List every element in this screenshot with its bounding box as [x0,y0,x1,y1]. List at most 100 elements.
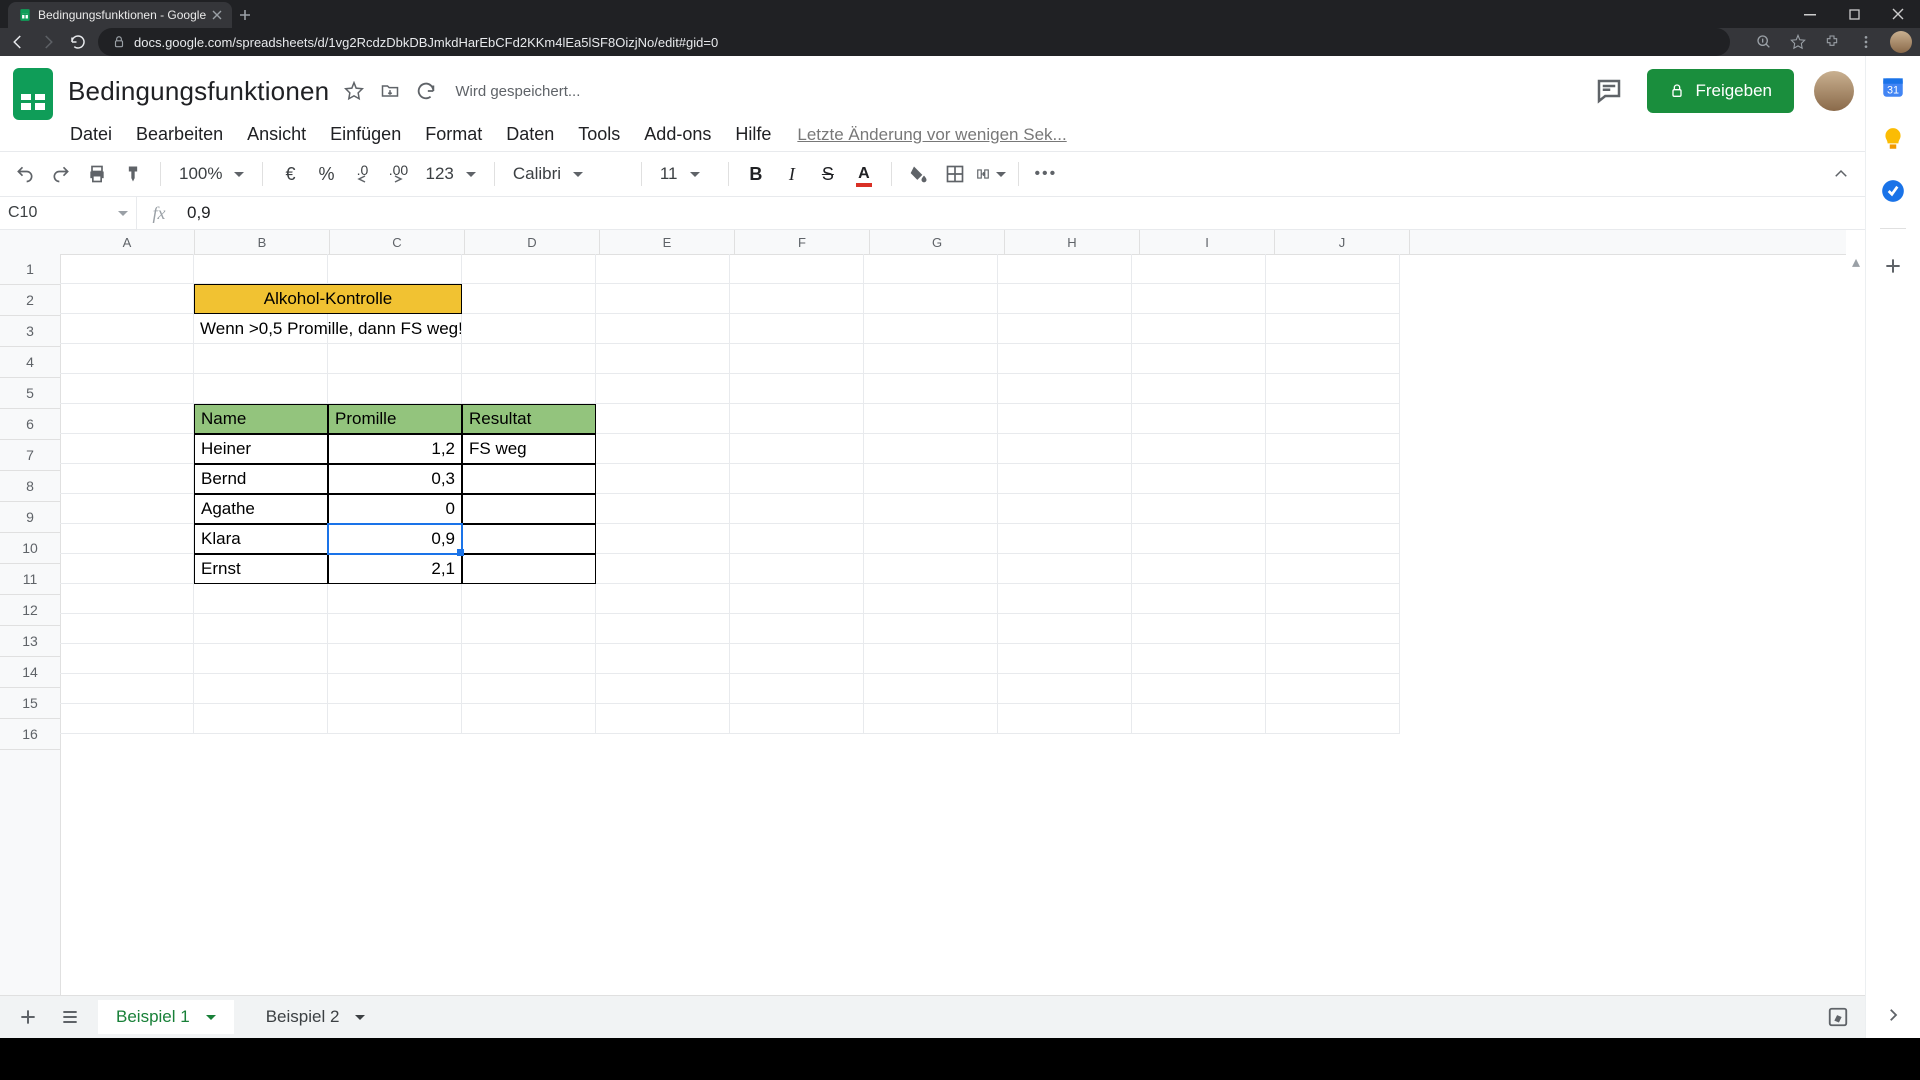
sheet-tab-menu-icon[interactable] [200,1012,216,1022]
row-header[interactable]: 8 [0,471,60,502]
cell-rule-text[interactable]: Wenn >0,5 Promille, dann FS weg! [194,314,328,344]
menu-file[interactable]: Datei [70,124,112,145]
nav-forward-button[interactable] [38,32,58,52]
scroll-up-icon[interactable]: ▴ [1848,254,1864,270]
add-sheet-button[interactable] [14,1003,42,1031]
cell-result[interactable] [462,524,596,554]
redo-button[interactable] [46,159,76,189]
col-header-B[interactable]: B [195,230,330,254]
sheet-tab[interactable]: Beispiel 2 [248,1000,384,1034]
formula-input[interactable]: 0,9 [181,203,1866,223]
col-header-H[interactable]: H [1005,230,1140,254]
cell-name[interactable]: Ernst [194,554,328,584]
row-header[interactable]: 10 [0,533,60,564]
window-close-button[interactable] [1876,0,1920,28]
row-header[interactable]: 16 [0,719,60,750]
comments-icon[interactable] [1591,73,1627,109]
extensions-icon[interactable] [1822,32,1842,52]
calendar-icon[interactable]: 31 [1878,72,1908,102]
bold-button[interactable]: B [741,159,771,189]
cell-result[interactable] [462,554,596,584]
cell-result[interactable] [462,494,596,524]
cell-promille[interactable]: 0 [328,494,462,524]
cells-area[interactable]: Alkohol-Kontrolle Wenn >0,5 Promille, da… [60,254,1846,1020]
col-header-I[interactable]: I [1140,230,1275,254]
cell-promille[interactable]: 0,3 [328,464,462,494]
cloud-sync-icon[interactable] [415,80,437,102]
address-bar[interactable]: docs.google.com/spreadsheets/d/1vg2RcdzD… [98,28,1730,56]
paint-format-button[interactable] [118,159,148,189]
row-header[interactable]: 15 [0,688,60,719]
cell-promille[interactable]: 1,2 [328,434,462,464]
all-sheets-button[interactable] [56,1003,84,1031]
increase-decimal-button[interactable]: .00 [383,159,413,189]
browser-tab-active[interactable]: Bedingungsfunktionen - Google [8,2,232,28]
row-header[interactable]: 11 [0,564,60,595]
row-header[interactable]: 3 [0,316,60,347]
col-header-J[interactable]: J [1275,230,1410,254]
table-header-result[interactable]: Resultat [462,404,596,434]
col-header-E[interactable]: E [600,230,735,254]
bookmark-star-icon[interactable] [1788,32,1808,52]
cell-result[interactable] [462,464,596,494]
hide-side-panel-button[interactable] [1870,992,1916,1038]
menu-view[interactable]: Ansicht [247,124,306,145]
row-header[interactable]: 13 [0,626,60,657]
cell-result[interactable]: FS weg [462,434,596,464]
sheets-logo-icon[interactable] [12,68,54,120]
col-header-F[interactable]: F [735,230,870,254]
tasks-icon[interactable] [1878,176,1908,206]
print-button[interactable] [82,159,112,189]
menu-format[interactable]: Format [425,124,482,145]
tab-close-icon[interactable] [212,10,222,20]
format-currency-button[interactable]: € [275,159,305,189]
menu-addons[interactable]: Add-ons [644,124,711,145]
strikethrough-button[interactable]: S [813,159,843,189]
format-percent-button[interactable]: % [311,159,341,189]
move-folder-icon[interactable] [379,80,401,102]
site-info-icon[interactable] [112,35,126,49]
table-header-promille[interactable]: Promille [328,404,462,434]
text-color-button[interactable]: A [849,159,879,189]
chrome-menu-icon[interactable] [1856,32,1876,52]
share-button[interactable]: Freigeben [1647,69,1794,113]
cell-name[interactable]: Heiner [194,434,328,464]
row-header[interactable]: 2 [0,285,60,316]
row-header[interactable]: 5 [0,378,60,409]
window-minimize-button[interactable] [1788,0,1832,28]
row-header[interactable]: 6 [0,409,60,440]
star-icon[interactable] [343,80,365,102]
table-header-name[interactable]: Name [194,404,328,434]
explore-button[interactable] [1824,1003,1852,1031]
menu-edit[interactable]: Bearbeiten [136,124,223,145]
row-header[interactable]: 9 [0,502,60,533]
toolbar-more-button[interactable]: ••• [1031,159,1061,189]
name-box[interactable]: C10 [0,197,137,229]
select-all-corner[interactable] [0,230,61,255]
account-avatar[interactable] [1814,71,1854,111]
menu-data[interactable]: Daten [506,124,554,145]
cell-name[interactable]: Bernd [194,464,328,494]
cell-promille[interactable]: 2,1 [328,554,462,584]
fill-color-button[interactable] [904,159,934,189]
new-tab-button[interactable] [232,2,258,28]
zoom-select[interactable]: 100% [173,164,250,184]
row-header[interactable]: 4 [0,347,60,378]
row-header[interactable]: 1 [0,254,60,285]
col-header-G[interactable]: G [870,230,1005,254]
doc-title[interactable]: Bedingungsfunktionen [68,76,329,107]
number-format-select[interactable]: 123 [419,164,481,184]
menu-tools[interactable]: Tools [578,124,620,145]
col-header-A[interactable]: A [60,230,195,254]
font-size-select[interactable]: 11 [654,164,716,184]
sheet-tab-active[interactable]: Beispiel 1 [98,1000,234,1034]
row-header[interactable]: 12 [0,595,60,626]
col-header-C[interactable]: C [330,230,465,254]
menu-insert[interactable]: Einfügen [330,124,401,145]
nav-reload-button[interactable] [68,32,88,52]
chrome-profile-avatar[interactable] [1890,31,1912,53]
col-header-D[interactable]: D [465,230,600,254]
row-header[interactable]: 14 [0,657,60,688]
last-edit-link[interactable]: Letzte Änderung vor wenigen Sek... [797,125,1066,145]
cell-promille-selected[interactable]: 0,9 [328,524,462,554]
